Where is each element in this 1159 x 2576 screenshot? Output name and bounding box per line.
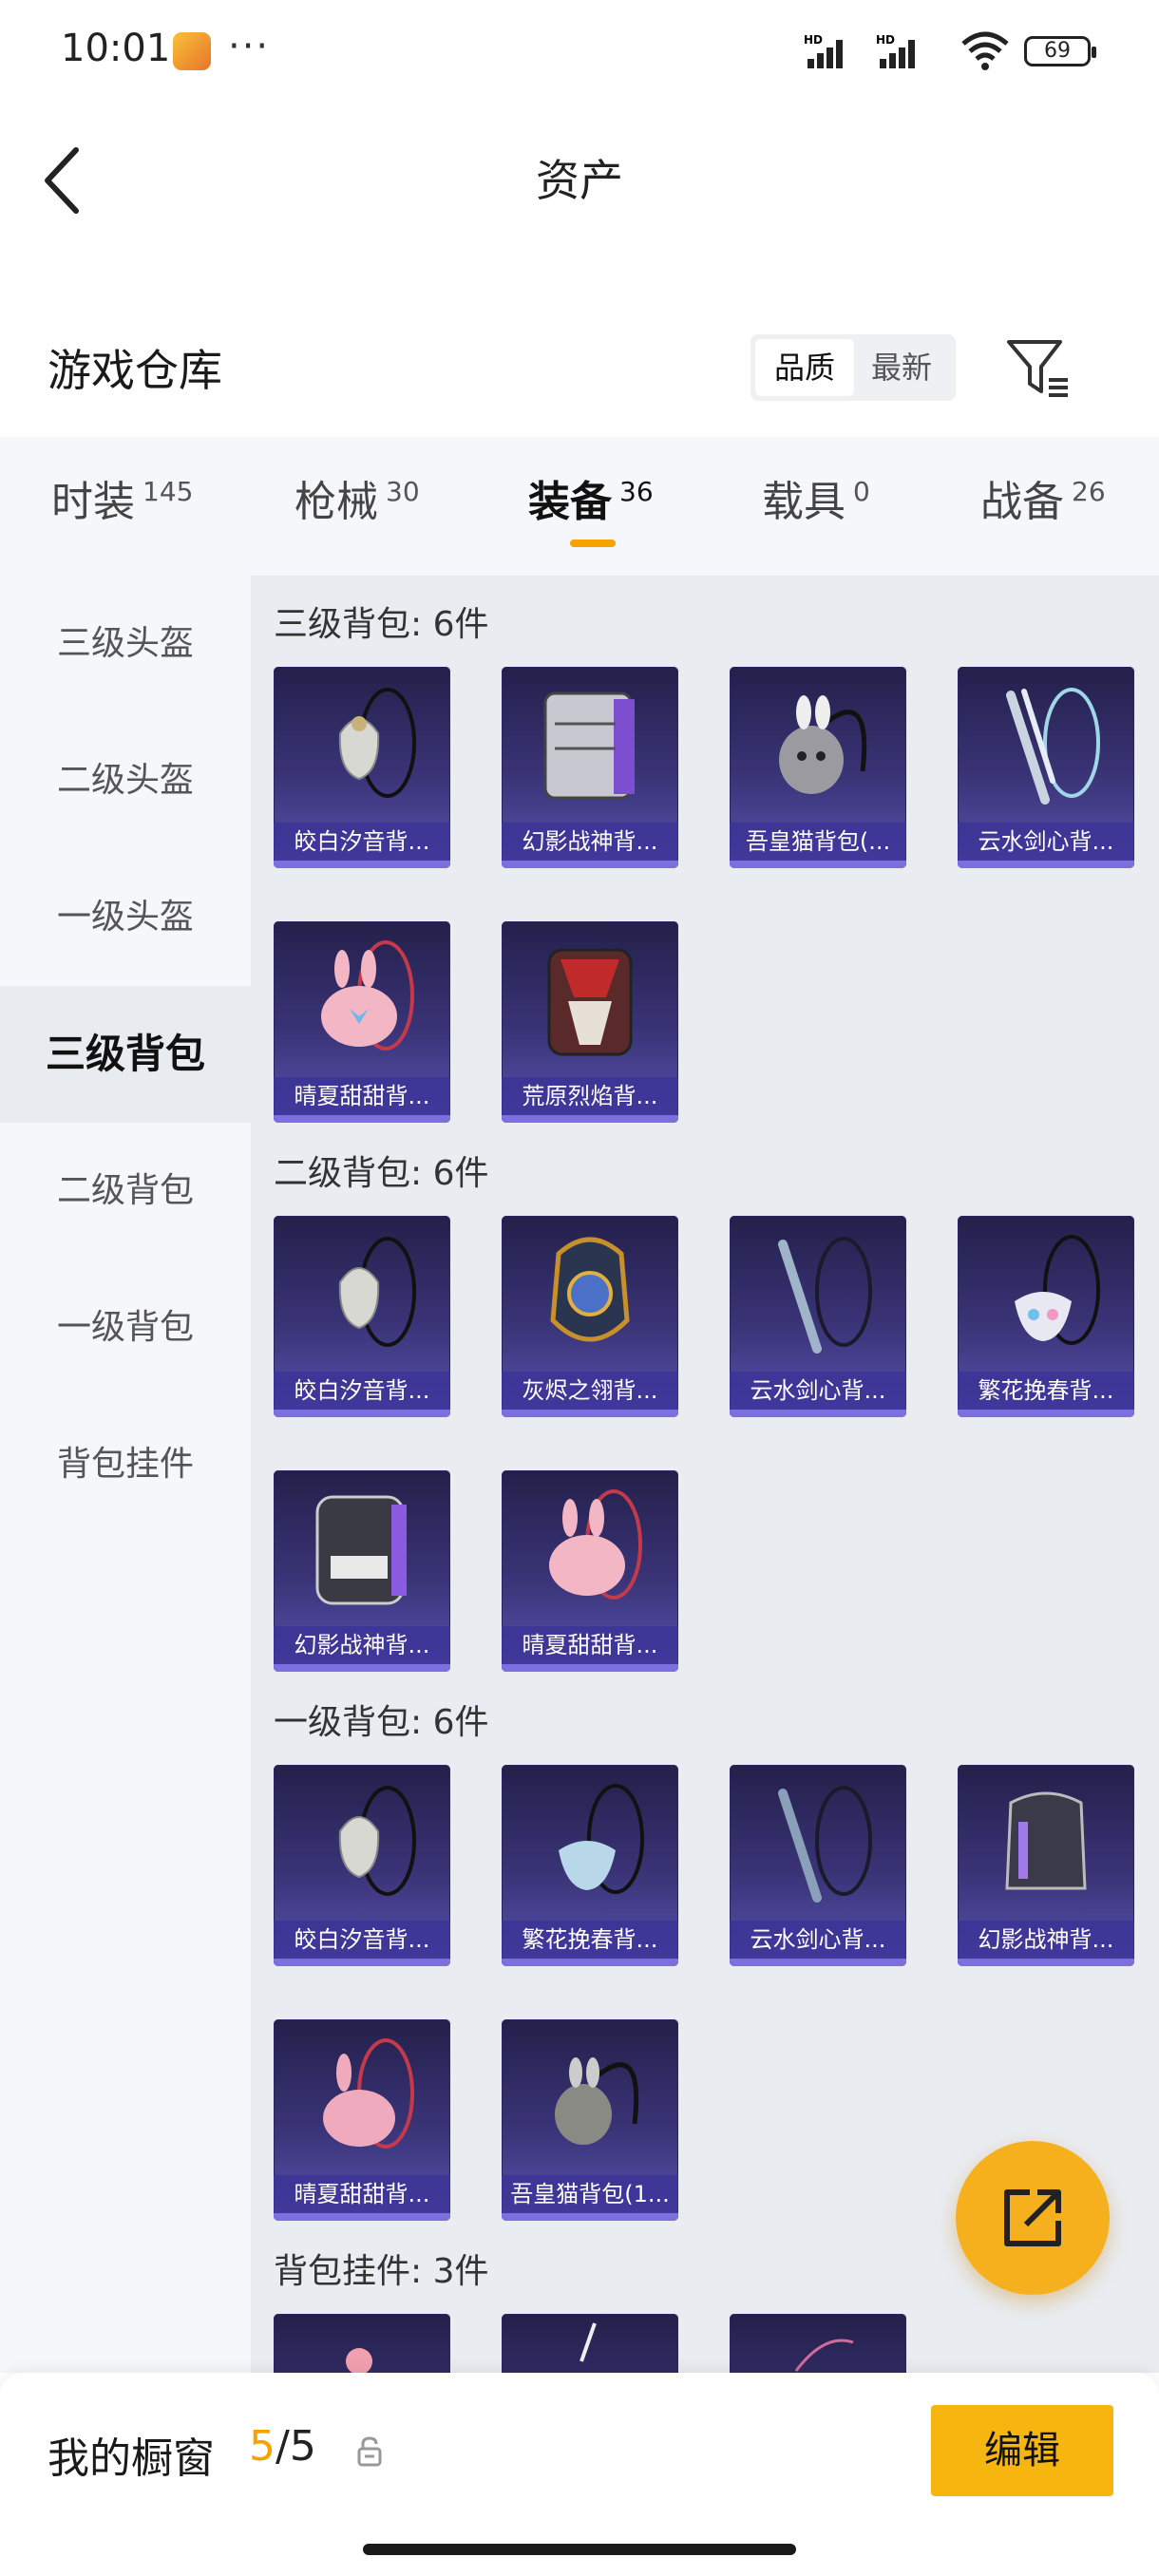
item-card[interactable] [502,2314,678,2373]
backpack-ember-icon [550,1237,630,1342]
svg-text:HD: HD [876,33,895,47]
signal-icon-2: HD [876,33,915,68]
item-card[interactable] [730,2314,906,2373]
page-title: 资产 [536,155,623,206]
group-title: 二级背包: 6件 [274,1154,489,1193]
showcase-count: 5/5 [249,2422,316,2471]
tab-vehicles[interactable]: 载具 0 [762,467,870,543]
backpack-cat-icon [555,2057,639,2145]
item-card[interactable]: 晴夏甜甜背... [502,1470,678,1672]
item-card[interactable] [274,2314,450,2373]
backpack-bunny-icon [549,1489,642,1600]
item-card[interactable]: 皎白汐音背... [274,1216,450,1417]
sidebar-item-backpack-lv3[interactable]: 三级背包 [0,986,251,1123]
backpack-flower-icon [559,1784,644,1894]
group-title: 背包挂件: 3件 [274,2252,489,2291]
wifi-icon [961,31,1009,70]
item-card[interactable]: 晴夏甜甜背... [274,2019,450,2221]
backpack-flame-icon [547,948,633,1056]
backpack-pearl-icon [338,1237,416,1347]
item-card[interactable]: 吾皇猫背包(... [730,667,906,868]
item-card[interactable]: 云水剑心背... [730,1765,906,1966]
top-navigation: 资产 [0,104,1159,247]
warehouse-header: 游戏仓库 品质 最新 [0,313,1159,427]
item-card[interactable]: 繁花挽春背... [502,1765,678,1966]
charm-bunny-icon [346,2348,372,2373]
item-card[interactable]: 灰烬之翎背... [502,1216,678,1417]
section-title: 游戏仓库 [48,345,222,396]
filter-icon[interactable] [1005,336,1072,399]
category-tabs: 时装 145 枪械 30 装备 36 载具 0 战备 26 [0,437,1159,576]
backpack-cat-icon [779,695,867,794]
status-bar: 10:01 ··· HD HD 69 [0,0,1159,104]
tab-guns[interactable]: 枪械 30 [294,467,420,543]
item-card[interactable]: 幻影战神背... [502,667,678,868]
charm-key-icon [580,2322,597,2362]
sort-newest-button[interactable]: 最新 [852,339,951,396]
item-card[interactable]: 云水剑心背... [958,667,1134,868]
sidebar-item-backpack-lv2[interactable]: 二级背包 [0,1123,251,1260]
backpack-pearl-icon [338,688,416,798]
sidebar-item-helmet-lv2[interactable]: 二级头盔 [0,712,251,849]
svg-text:HD: HD [804,33,823,47]
share-external-icon [1004,2189,1061,2246]
active-tab-indicator [570,540,616,547]
signal-icon: HD [804,33,843,68]
app-notification-icon [173,32,211,70]
battery-icon: 69 [1024,36,1096,66]
charm-ribbon-icon [794,2339,854,2372]
backpack-phantom-icon [543,691,635,800]
item-card[interactable]: 荒原烈焰背... [502,921,678,1123]
backpack-phantom-icon [315,1495,407,1605]
item-grid: 三级背包: 6件 皎白汐音背... 幻影战神背... 吾皇猫背包(... 云水剑… [251,576,1159,2373]
sidebar-item-helmet-lv1[interactable]: 一级头盔 [0,849,251,986]
tab-combat-prep[interactable]: 战备 26 [980,467,1106,543]
backpack-sword-icon [778,1786,872,1903]
backpack-sword-icon [778,1237,872,1354]
showcase-label: 我的橱窗 [48,2434,215,2483]
item-card[interactable]: 皎白汐音背... [274,667,450,868]
edit-button[interactable]: 编辑 [931,2405,1113,2496]
item-card[interactable]: 皎白汐音背... [274,1765,450,1966]
backpack-bunny-icon [323,2038,414,2149]
sidebar: 三级头盔 二级头盔 一级头盔 三级背包 二级背包 一级背包 背包挂件 [0,576,251,2373]
lock-icon [357,2436,382,2467]
sort-toggle: 品质 最新 [750,334,956,401]
item-card[interactable]: 吾皇猫背包(1... [502,2019,678,2221]
sidebar-item-backpack-charm[interactable]: 背包挂件 [0,1396,251,1533]
item-card[interactable]: 繁花挽春背... [958,1216,1134,1417]
group-title: 三级背包: 6件 [274,605,489,644]
sidebar-item-backpack-lv1[interactable]: 一级背包 [0,1260,251,1396]
item-card[interactable]: 幻影战神背... [958,1765,1134,1966]
backpack-sword-icon [1006,688,1100,805]
sort-quality-button[interactable]: 品质 [755,339,854,396]
tab-fashion[interactable]: 时装 145 [51,467,193,543]
item-card[interactable]: 云水剑心背... [730,1216,906,1417]
more-notifications-icon: ··· [228,25,271,68]
item-card[interactable]: 幻影战神背... [274,1470,450,1672]
tab-equipment[interactable]: 装备 36 [528,467,654,543]
group-title: 一级背包: 6件 [274,1703,489,1742]
share-button[interactable] [956,2141,1110,2295]
sidebar-item-helmet-lv3[interactable]: 三级头盔 [0,576,251,712]
home-indicator[interactable] [363,2544,796,2555]
backpack-phantom-icon [1005,1791,1087,1890]
backpack-pearl-icon [338,1786,416,1896]
backpack-flower-icon [1015,1235,1100,1345]
backpack-bunny-icon [321,940,414,1051]
item-card[interactable]: 晴夏甜甜背... [274,921,450,1123]
status-time: 10:01 [61,27,171,70]
